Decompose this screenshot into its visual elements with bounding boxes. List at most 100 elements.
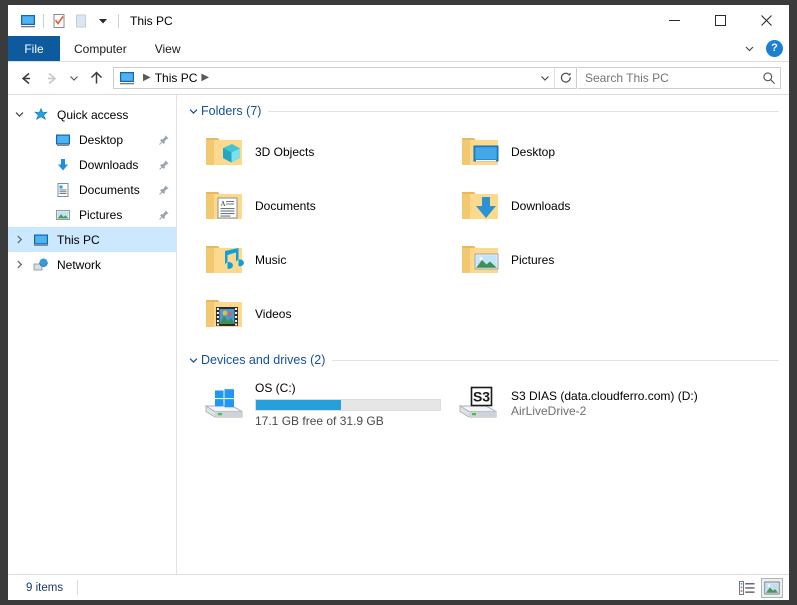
list-item[interactable]: Downloads [453,179,709,233]
pin-icon[interactable] [158,159,170,171]
folder-desktop-icon [453,127,507,177]
navigation-pane: Quick access Desktop Downloads Documents… [8,95,177,574]
expand-chevron-right-icon[interactable] [8,259,30,270]
tab-file[interactable]: File [8,36,60,61]
pin-icon[interactable] [158,184,170,196]
window-controls [651,5,789,36]
s3-badge-text: S3 [473,388,490,404]
folder-3d-objects-icon [197,127,251,177]
back-button[interactable] [14,65,39,91]
breadcrumb-bar[interactable]: ▶ This PC ▶ [113,67,577,89]
sidebar-label-downloads: Downloads [79,157,139,172]
customize-dropdown-icon[interactable] [92,10,114,32]
tab-computer[interactable]: Computer [60,36,141,61]
properties-icon[interactable] [48,10,70,32]
sidebar-label-quick-access: Quick access [57,107,129,122]
breadcrumb-separator-2[interactable]: ▶ [197,73,213,83]
breadcrumb-this-pc-icon [114,70,139,86]
item-label: Desktop [511,145,556,159]
breadcrumb-separator-1[interactable]: ▶ [139,73,155,83]
file-list-pane: Folders (7) 3D Objects Desktop A Documen… [177,95,789,574]
up-button[interactable] [84,65,109,91]
large-icons-view-button[interactable] [761,577,783,598]
ribbon-right-controls: ? [740,36,783,61]
sidebar-item-desktop[interactable]: Desktop [8,127,176,152]
search-icon[interactable] [758,71,780,85]
group-header-devices-and-drives[interactable]: Devices and drives (2) [177,350,789,370]
drive-info: S3 DIAS (data.cloudferro.com) (D:) AirLi… [507,389,698,419]
expand-chevron-right-icon[interactable] [8,234,30,245]
pin-icon[interactable] [158,209,170,221]
windows-drive-icon [197,379,251,429]
sidebar-item-pictures[interactable]: Pictures [8,202,176,227]
s3-drive-icon: S3 [453,379,507,429]
file-explorer-window: This PC File Computer View ? ▶ This PC ▶… [8,5,789,600]
list-item[interactable]: 3D Objects [197,125,453,179]
group-title-folders: Folders (7) [201,104,262,118]
group-header-folders[interactable]: Folders (7) [177,101,789,121]
drive-usage-fill [256,399,341,410]
list-item[interactable]: OS (C:) 17.1 GB free of 31.9 GB [197,376,453,432]
sidebar-item-this-pc[interactable]: This PC [8,227,176,252]
pictures-icon [52,207,74,223]
recent-locations-button[interactable] [64,65,84,91]
folder-pictures-icon [453,235,507,285]
search-input[interactable] [578,70,758,86]
sidebar-label-desktop: Desktop [79,132,124,147]
search-box[interactable] [578,67,781,89]
item-label: Videos [255,307,292,321]
drive-subtitle: AirLiveDrive-2 [511,404,587,418]
drive-info: OS (C:) 17.1 GB free of 31.9 GB [251,381,441,428]
group-collapse-chevron-icon[interactable] [185,106,201,117]
list-item[interactable]: Pictures [453,233,709,287]
sidebar-item-documents[interactable]: Documents [8,177,176,202]
star-icon [30,107,52,123]
status-divider [77,580,79,595]
list-item[interactable]: S3 S3 DIAS (data.cloudferro.com) (D:) Ai… [453,376,709,432]
folder-documents-icon: A [197,181,251,231]
refresh-icon[interactable] [554,68,576,88]
maximize-button[interactable] [697,5,743,36]
qat-separator-2 [118,13,119,28]
sidebar-item-downloads[interactable]: Downloads [8,152,176,177]
help-icon[interactable]: ? [766,40,783,57]
item-label: Downloads [511,199,571,213]
desktop-icon [52,132,74,148]
title-bar: This PC [8,5,789,36]
list-item[interactable]: A Documents [197,179,453,233]
forward-button[interactable] [39,65,64,91]
details-view-button[interactable] [736,578,758,598]
folder-videos-icon [197,289,251,339]
expand-chevron-down-icon[interactable] [8,109,30,120]
group-divider [332,359,779,361]
qat-separator [43,13,44,28]
drive-tiles: OS (C:) 17.1 GB free of 31.9 GB S3 S3 DI… [177,372,789,432]
drive-name: S3 DIAS (data.cloudferro.com) (D:) [511,389,698,403]
this-pc-icon[interactable] [17,10,39,32]
address-bar: ▶ This PC ▶ [8,62,789,94]
item-label: Music [255,253,287,267]
item-label: Documents [255,199,316,213]
group-collapse-chevron-icon[interactable] [185,355,201,366]
minimize-button[interactable] [651,5,697,36]
list-item[interactable]: Desktop [453,125,709,179]
folder-music-icon [197,235,251,285]
sidebar-label-documents: Documents [79,182,140,197]
list-item[interactable]: Videos [197,287,453,341]
tab-view[interactable]: View [141,36,195,61]
sidebar-item-quick-access[interactable]: Quick access [8,102,176,127]
folder-downloads-icon [453,181,507,231]
list-item[interactable]: Music [197,233,453,287]
svg-text:A: A [221,200,226,208]
status-bar: 9 items [8,574,789,600]
address-dropdown-icon[interactable] [536,68,554,88]
new-folder-icon[interactable] [70,10,92,32]
close-button[interactable] [743,5,789,36]
breadcrumb-item-this-pc[interactable]: This PC [155,71,198,85]
folder-tiles: 3D Objects Desktop A Documents Downloads… [177,123,789,341]
address-bar-right [536,68,576,88]
sidebar-label-network: Network [57,257,102,272]
sidebar-item-network[interactable]: Network [8,252,176,277]
chevron-down-icon[interactable] [740,40,758,58]
pin-icon[interactable] [158,134,170,146]
